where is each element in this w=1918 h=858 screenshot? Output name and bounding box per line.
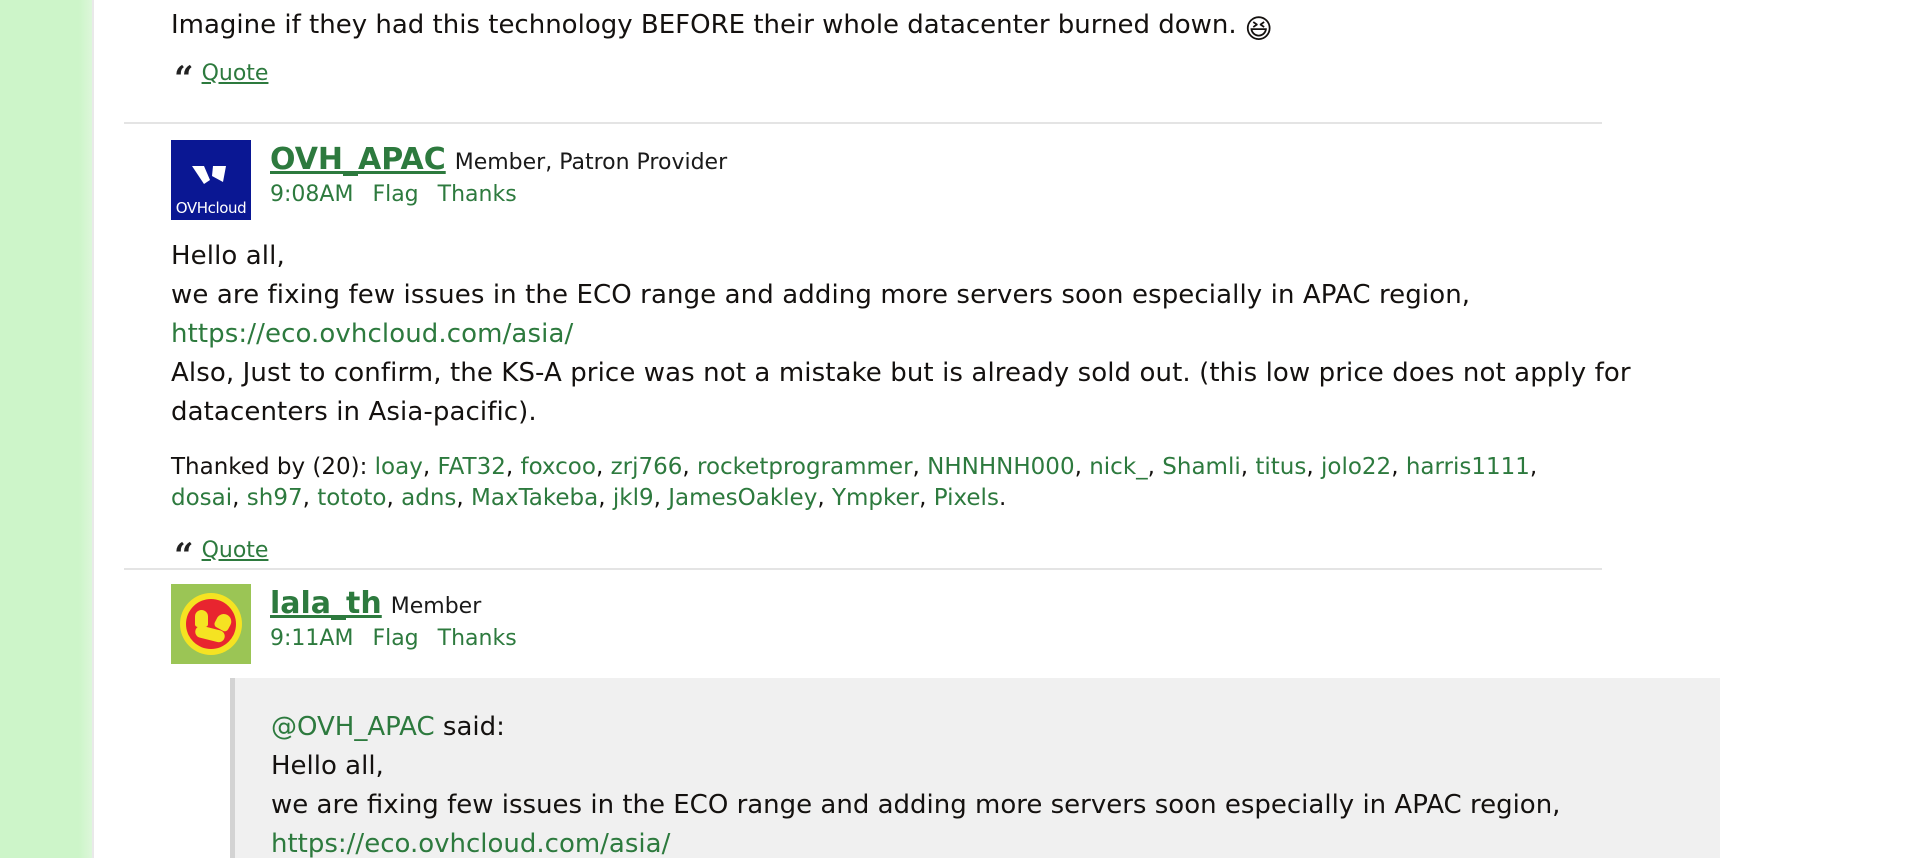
quoted-author-link[interactable]: @OVH_APAC bbox=[271, 712, 435, 742]
lala-th-avatar[interactable] bbox=[171, 584, 251, 664]
thanked-by-user-link[interactable]: FAT32 bbox=[437, 454, 505, 480]
post-meta-ovh-apac: OVH_APAC Member, Patron Provider 9:08AM … bbox=[251, 140, 727, 209]
thanked-by-separator: , bbox=[1074, 454, 1082, 480]
post-separator-1 bbox=[124, 122, 1602, 124]
author-name-link[interactable]: lala_th bbox=[270, 586, 382, 622]
author-role: Member bbox=[390, 594, 482, 619]
thanked-by-user-link[interactable]: zrj766 bbox=[611, 454, 683, 480]
thanked-by-user-link[interactable]: rocketprogrammer bbox=[697, 454, 913, 480]
thanked-by-separator: , bbox=[422, 454, 431, 480]
quote-button[interactable]: Quote bbox=[202, 540, 269, 562]
forum-thread-page: Imagine if they had this technology BEFO… bbox=[0, 0, 1918, 858]
thanked-by-separator: , bbox=[817, 485, 825, 511]
thread-content-column: Imagine if they had this technology BEFO… bbox=[94, 0, 1918, 858]
quote-attribution: @OVH_APAC said: bbox=[271, 708, 1690, 747]
post-header-ovh-apac: OVHcloud OVH_APAC Member, Patron Provide… bbox=[124, 140, 1724, 220]
thanked-by-separator: , bbox=[386, 485, 394, 511]
thanked-by-user-link[interactable]: sh97 bbox=[247, 485, 303, 511]
quote-marks-icon: “ bbox=[174, 59, 194, 99]
thanked-by-separator: , bbox=[1306, 454, 1314, 480]
author-role: Member, Patron Provider bbox=[454, 150, 728, 175]
thanked-by-user-link[interactable]: MaxTakeba bbox=[471, 485, 598, 511]
post-body-ovh-apac: Hello all, we are fixing few issues in t… bbox=[124, 220, 1724, 432]
thanked-by-separator: , bbox=[232, 485, 240, 511]
post-meta-row: 9:11AM Flag Thanks bbox=[270, 625, 517, 653]
thanked-by-user-link[interactable]: tototo bbox=[317, 485, 386, 511]
thanked-by-separator: , bbox=[1240, 454, 1249, 480]
ovhcloud-logo-icon bbox=[171, 162, 251, 191]
thanked-by-separator: , bbox=[595, 454, 604, 480]
quote-line-link: https://eco.ovhcloud.com/asia/ bbox=[271, 825, 1690, 858]
thanked-by-user-link[interactable]: jkl9 bbox=[613, 485, 654, 511]
thanked-by-separator: , bbox=[682, 454, 690, 480]
quote-action-row-previous[interactable]: “ Quote bbox=[171, 59, 1731, 99]
thanked-by-section: Thanked by (20): loay, FAT32, foxcoo, zr… bbox=[124, 432, 1594, 514]
thanked-by-user-link[interactable]: jolo22 bbox=[1321, 454, 1391, 480]
quote-button[interactable]: Quote bbox=[202, 63, 269, 85]
post-line: we are fixing few issues in the ECO rang… bbox=[171, 280, 1471, 310]
quote-line: Hello all, bbox=[271, 751, 384, 781]
left-green-rail bbox=[0, 0, 92, 858]
blockquote-ovh-apac: @OVH_APAC said: Hello all, we are fixing… bbox=[230, 678, 1720, 858]
author-name-link[interactable]: OVH_APAC bbox=[270, 142, 446, 178]
post-ovh-apac: OVHcloud OVH_APAC Member, Patron Provide… bbox=[124, 140, 1724, 576]
ovhcloud-wordmark: OVHcloud bbox=[175, 199, 247, 217]
thanked-by-separator: . bbox=[998, 485, 1007, 511]
flag-button[interactable]: Flag bbox=[372, 625, 418, 653]
quote-action-row-ovh-apac[interactable]: “ Quote bbox=[171, 536, 1724, 576]
thanked-by-separator: , bbox=[598, 485, 606, 511]
thanked-by-names[interactable]: loay, FAT32, foxcoo, zrj766, rocketprogr… bbox=[171, 454, 1537, 511]
thanked-by-user-link[interactable]: adns bbox=[401, 485, 456, 511]
thanked-by-user-link[interactable]: NHNHNH000 bbox=[927, 454, 1074, 480]
thanked-by-user-link[interactable]: loay bbox=[375, 454, 423, 480]
post-actions-ovh-apac: “ Quote bbox=[124, 514, 1724, 576]
thanks-button[interactable]: Thanks bbox=[438, 181, 517, 209]
post-line: Hello all, bbox=[171, 241, 285, 271]
avatar-eye-left bbox=[195, 610, 208, 627]
thanked-by-user-link[interactable]: Pixels bbox=[934, 485, 999, 511]
eco-ovhcloud-link[interactable]: https://eco.ovhcloud.com/asia/ bbox=[271, 829, 670, 858]
post-timestamp[interactable]: 9:08AM bbox=[270, 181, 353, 209]
thanked-by-user-link[interactable]: titus bbox=[1255, 454, 1306, 480]
previous-post-sentence: Imagine if they had this technology BEFO… bbox=[171, 10, 1237, 40]
post-meta-row: 9:08AM Flag Thanks bbox=[270, 181, 727, 209]
thanks-button[interactable]: Thanks bbox=[438, 625, 517, 653]
eco-ovhcloud-link[interactable]: https://eco.ovhcloud.com/asia/ bbox=[171, 319, 573, 349]
author-row: OVH_APAC Member, Patron Provider bbox=[270, 142, 727, 178]
post-line: Also, Just to confirm, the KS-A price wa… bbox=[171, 358, 1631, 388]
thanked-by-user-link[interactable]: harris1111 bbox=[1406, 454, 1530, 480]
previous-post-tail: Imagine if they had this technology BEFO… bbox=[171, 0, 1731, 99]
previous-post-text: Imagine if they had this technology BEFO… bbox=[171, 0, 1731, 43]
quote-marks-icon: “ bbox=[174, 536, 194, 576]
ovhcloud-avatar[interactable]: OVHcloud bbox=[171, 140, 251, 220]
thanked-by-user-link[interactable]: JamesOakley bbox=[668, 485, 817, 511]
thanked-by-label: Thanked by (20): bbox=[171, 454, 368, 480]
thanked-by-separator: , bbox=[1391, 454, 1399, 480]
thanked-by-user-link[interactable]: nick_ bbox=[1089, 454, 1147, 480]
quote-line: we are fixing few issues in the ECO rang… bbox=[271, 790, 1561, 820]
thanked-by-separator: , bbox=[1529, 454, 1538, 480]
post-header-lala-th: lala_th Member 9:11AM Flag Thanks bbox=[124, 584, 1724, 664]
laughing-squinting-face-emoji: 😆 bbox=[1244, 14, 1273, 45]
quote-said-label: said: bbox=[442, 712, 505, 742]
post-meta-lala-th: lala_th Member 9:11AM Flag Thanks bbox=[251, 584, 517, 653]
thanked-by-user-link[interactable]: foxcoo bbox=[520, 454, 595, 480]
thanked-by-separator: , bbox=[456, 485, 464, 511]
author-row: lala_th Member bbox=[270, 586, 517, 622]
thanked-by-user-link[interactable]: Shamli bbox=[1162, 454, 1240, 480]
thanked-by-separator: , bbox=[505, 454, 514, 480]
thanked-by-separator: , bbox=[1147, 454, 1155, 480]
post-separator-2 bbox=[124, 568, 1602, 570]
post-line: datacenters in Asia-pacific). bbox=[171, 397, 537, 427]
thanked-by-separator: , bbox=[912, 454, 920, 480]
thanked-by-separator: , bbox=[302, 485, 310, 511]
post-lala-th: lala_th Member 9:11AM Flag Thanks bbox=[124, 584, 1724, 664]
thanked-by-separator: , bbox=[653, 485, 661, 511]
thanked-by-user-link[interactable]: dosai bbox=[171, 485, 232, 511]
thanked-by-separator: , bbox=[919, 485, 927, 511]
flag-button[interactable]: Flag bbox=[372, 181, 418, 209]
post-timestamp[interactable]: 9:11AM bbox=[270, 625, 353, 653]
thanked-by-user-link[interactable]: Ympker bbox=[832, 485, 919, 511]
